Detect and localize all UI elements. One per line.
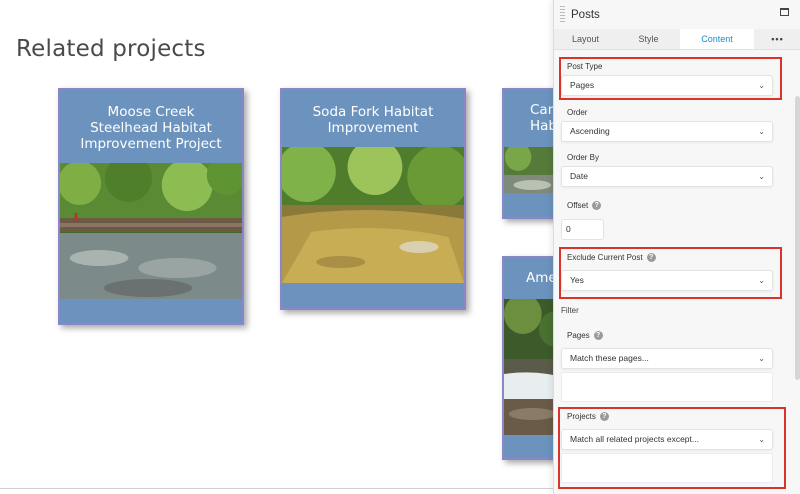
chevron-down-icon: ⌄ bbox=[758, 354, 765, 363]
select-value: Yes bbox=[570, 275, 584, 285]
panel-tabs: Layout Style Content ••• bbox=[554, 29, 800, 50]
help-icon[interactable]: ? bbox=[593, 331, 603, 341]
maximize-icon[interactable] bbox=[780, 8, 789, 16]
panel-title: Posts bbox=[571, 9, 600, 21]
tab-layout[interactable]: Layout bbox=[554, 29, 617, 49]
exclude-current-post-label: Exclude Current Post? bbox=[567, 253, 656, 263]
projects-filter-label: Projects? bbox=[567, 412, 609, 422]
projects-filter-select[interactable]: Match all related projects except... ⌄ bbox=[561, 429, 773, 450]
order-by-label: Order By bbox=[567, 153, 600, 162]
tab-more[interactable]: ••• bbox=[754, 29, 800, 49]
tab-style[interactable]: Style bbox=[617, 29, 680, 49]
filter-heading: Filter bbox=[561, 306, 579, 315]
order-label: Order bbox=[567, 108, 588, 117]
tab-content[interactable]: Content bbox=[680, 29, 754, 49]
chevron-down-icon: ⌄ bbox=[758, 276, 765, 285]
chevron-down-icon: ⌄ bbox=[758, 172, 765, 181]
order-by-select[interactable]: Date ⌄ bbox=[561, 166, 773, 187]
panel-scrollbar[interactable] bbox=[795, 96, 800, 380]
panel-header[interactable]: Posts bbox=[554, 0, 800, 29]
chevron-down-icon: ⌄ bbox=[758, 81, 765, 90]
select-value: Match these pages... bbox=[570, 353, 649, 363]
select-value: Match all related projects except... bbox=[570, 434, 699, 444]
select-value: Date bbox=[570, 171, 588, 181]
post-type-select[interactable]: Pages ⌄ bbox=[561, 75, 773, 96]
chevron-down-icon: ⌄ bbox=[758, 435, 765, 444]
pages-filter-results[interactable] bbox=[561, 372, 773, 402]
project-card-moose-creek[interactable]: Moose Creek Steelhead Habitat Improvemen… bbox=[58, 88, 244, 325]
projects-filter-results[interactable] bbox=[561, 453, 773, 483]
project-photo bbox=[282, 147, 464, 283]
order-select[interactable]: Ascending ⌄ bbox=[561, 121, 773, 142]
chevron-down-icon: ⌄ bbox=[758, 127, 765, 136]
project-photo bbox=[60, 163, 242, 299]
select-value: Pages bbox=[570, 80, 595, 90]
select-value: Ascending bbox=[570, 126, 610, 136]
exclude-current-post-select[interactable]: Yes ⌄ bbox=[561, 270, 773, 291]
project-card-soda-fork[interactable]: Soda Fork Habitat Improvement bbox=[280, 88, 466, 310]
drag-handle-icon[interactable] bbox=[560, 6, 565, 24]
offset-input[interactable]: 0 bbox=[561, 219, 604, 240]
card-title[interactable]: Soda Fork Habitat Improvement bbox=[282, 90, 464, 136]
pages-filter-label: Pages? bbox=[567, 331, 603, 341]
card-title[interactable]: Moose Creek Steelhead Habitat Improvemen… bbox=[60, 90, 242, 152]
pages-filter-select[interactable]: Match these pages... ⌄ bbox=[561, 348, 773, 369]
posts-settings-panel: Posts Layout Style Content ••• Post Type… bbox=[553, 0, 800, 494]
help-icon[interactable]: ? bbox=[592, 201, 602, 211]
post-type-label: Post Type bbox=[567, 62, 603, 71]
offset-label: Offset? bbox=[567, 201, 602, 211]
help-icon[interactable]: ? bbox=[599, 412, 609, 422]
page-title: Related projects bbox=[16, 36, 206, 62]
help-icon[interactable]: ? bbox=[646, 253, 656, 263]
